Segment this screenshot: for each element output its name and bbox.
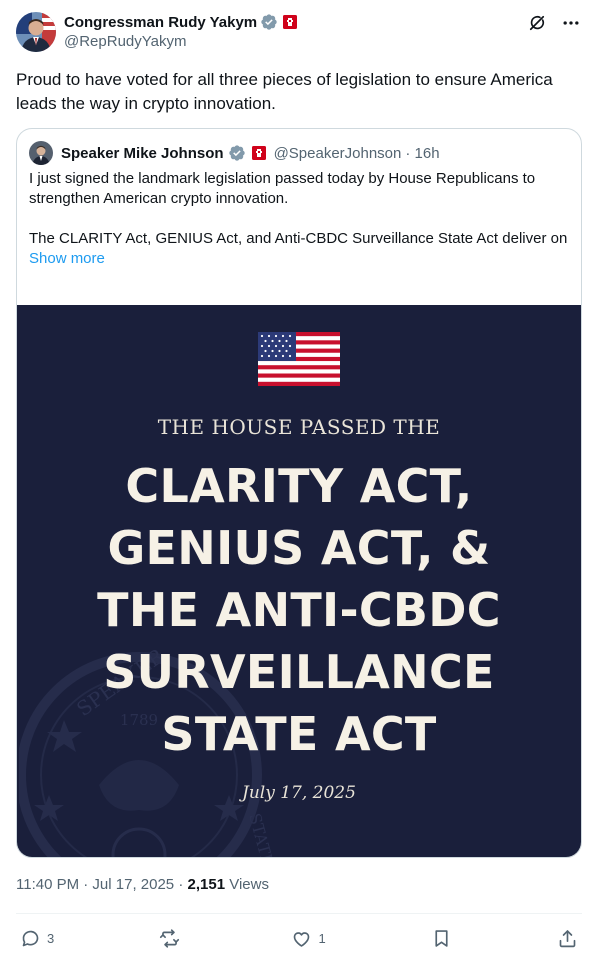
quoted-post-time[interactable]: · 16h <box>405 145 439 162</box>
bookmark-icon <box>435 929 448 947</box>
quoted-flag-badge-icon <box>251 146 266 160</box>
reply-icon <box>22 930 39 946</box>
reply-button[interactable]: 3 <box>20 928 54 949</box>
post-meta: 11:40 PM · Jul 17, 2025 · 2,151 Views <box>16 876 269 893</box>
graphic-date: July 17, 2025 <box>242 783 356 803</box>
quoted-author-handle[interactable]: @SpeakerJohnson <box>274 145 402 162</box>
show-more-link[interactable]: Show more <box>29 249 569 269</box>
quoted-post-text: I just signed the landmark legislation p… <box>29 169 569 269</box>
quoted-graphic[interactable]: SPEAKER 1789 STATES THE HOUSE PASSED THE… <box>17 305 581 858</box>
graphic-subtitle: THE HOUSE PASSED THE <box>157 415 441 439</box>
seal-text-right: STATES <box>245 811 280 858</box>
author-block: Congressman Rudy Yakym @RepRudyYakym <box>64 12 298 50</box>
bookmark-button[interactable] <box>431 928 452 949</box>
share-icon <box>559 929 576 947</box>
post-header: Congressman Rudy Yakym @RepRudyYakym <box>16 12 582 56</box>
quoted-author-avatar[interactable] <box>29 141 53 165</box>
graphic-title-line: GENIUS ACT, & <box>107 521 491 575</box>
author-avatar[interactable] <box>16 12 56 52</box>
repost-button[interactable] <box>159 928 186 949</box>
graphic-title-line: THE ANTI-CBDC <box>97 583 501 637</box>
meta-separator: · <box>178 876 188 893</box>
quoted-verified-badge-icon[interactable] <box>228 144 246 162</box>
repost-icon <box>160 928 180 948</box>
author-handle[interactable]: @RepRudyYakym <box>64 33 297 50</box>
post-timestamp[interactable]: 11:40 PM · Jul 17, 2025 <box>16 876 174 893</box>
more-icon[interactable] <box>560 12 582 34</box>
verified-badge-icon[interactable] <box>260 13 278 31</box>
quoted-author-name[interactable]: Speaker Mike Johnson <box>61 145 224 162</box>
us-flag-image <box>258 332 340 386</box>
flag-badge-icon <box>283 15 298 29</box>
quoted-post-header: Speaker Mike Johnson @SpeakerJohnson · 1… <box>29 141 440 165</box>
post-text: Proud to have voted for all three pieces… <box>16 70 553 113</box>
grok-icon[interactable] <box>526 12 548 34</box>
reply-count: 3 <box>47 930 55 946</box>
graphic-title: CLARITY ACT, GENIUS ACT, & THE ANTI-CBDC… <box>17 455 581 765</box>
like-icon <box>294 931 310 947</box>
graphic-title-line: STATE ACT <box>161 707 437 761</box>
views-count: 2,151 <box>187 876 226 893</box>
author-name[interactable]: Congressman Rudy Yakym <box>64 14 257 31</box>
quoted-paragraph-2: The CLARITY Act, GENIUS Act, and Anti-CB… <box>29 230 569 247</box>
views-label: Views <box>229 876 269 893</box>
like-count: 1 <box>318 930 326 946</box>
share-button[interactable] <box>557 928 578 949</box>
divider <box>16 913 582 914</box>
quoted-paragraph-1: I just signed the landmark legislation p… <box>29 170 536 207</box>
graphic-title-line: CLARITY ACT, <box>125 459 473 513</box>
header-actions <box>526 12 582 34</box>
action-bar: 3 1 <box>20 926 578 950</box>
graphic-title-line: SURVEILLANCE <box>103 645 495 699</box>
like-button[interactable]: 1 <box>291 928 326 949</box>
quoted-post[interactable]: Speaker Mike Johnson @SpeakerJohnson · 1… <box>16 128 582 858</box>
